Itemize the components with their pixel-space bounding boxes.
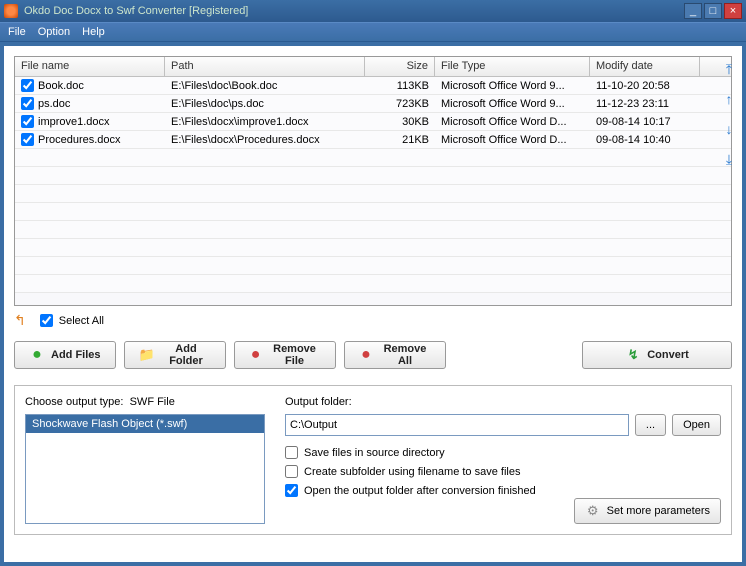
cell-name: Procedures.docx <box>15 131 165 148</box>
select-all-checkbox[interactable] <box>40 314 53 327</box>
col-header-type[interactable]: File Type <box>435 57 590 76</box>
table-row <box>15 203 731 221</box>
cell-name: ps.doc <box>15 95 165 112</box>
cell-date: 09-08-14 10:17 <box>590 113 700 130</box>
reorder-arrows: ⤒ ↑ ↓ ⤓ <box>716 56 742 172</box>
table-row <box>15 149 731 167</box>
save-source-label: Save files in source directory <box>304 447 445 459</box>
col-header-path[interactable]: Path <box>165 57 365 76</box>
titlebar: Okdo Doc Docx to Swf Converter [Register… <box>0 0 746 22</box>
cell-date: 09-08-14 10:40 <box>590 131 700 148</box>
move-down-button[interactable]: ↓ <box>720 120 738 138</box>
output-folder-label: Output folder: <box>285 396 721 408</box>
close-button[interactable]: × <box>724 3 742 19</box>
table-row <box>15 239 731 257</box>
row-checkbox[interactable] <box>21 133 34 146</box>
table-row <box>15 167 731 185</box>
cell-type: Microsoft Office Word D... <box>435 131 590 148</box>
menu-help[interactable]: Help <box>82 26 105 38</box>
output-type-item[interactable]: Shockwave Flash Object (*.swf) <box>26 415 264 433</box>
open-button[interactable]: Open <box>672 414 721 436</box>
grid-header: File name Path Size File Type Modify dat… <box>15 57 731 77</box>
folder-icon: 📁 <box>139 347 155 363</box>
menu-option[interactable]: Option <box>38 26 70 38</box>
row-checkbox[interactable] <box>21 79 34 92</box>
set-more-parameters-label: Set more parameters <box>607 505 710 517</box>
create-sub-checkbox[interactable] <box>285 465 298 478</box>
cell-date: 11-12-23 23:11 <box>590 95 700 112</box>
col-header-name[interactable]: File name <box>15 57 165 76</box>
table-row <box>15 275 731 293</box>
select-all-label: Select All <box>59 315 104 327</box>
cell-type: Microsoft Office Word 9... <box>435 77 590 94</box>
window-title: Okdo Doc Docx to Swf Converter [Register… <box>24 5 684 17</box>
maximize-button[interactable]: □ <box>704 3 722 19</box>
output-type-label: Choose output type: SWF File <box>25 396 265 408</box>
remove-all-button[interactable]: ● Remove All <box>344 341 446 369</box>
up-folder-icon[interactable]: ↰ <box>14 312 26 329</box>
table-row[interactable]: ps.docE:\Files\doc\ps.doc723KBMicrosoft … <box>15 95 731 113</box>
cell-name: improve1.docx <box>15 113 165 130</box>
move-up-button[interactable]: ↑ <box>720 90 738 108</box>
cell-path: E:\Files\doc\ps.doc <box>165 95 365 112</box>
cell-date: 11-10-20 20:58 <box>590 77 700 94</box>
remove-file-button[interactable]: ● Remove File <box>234 341 336 369</box>
output-type-listbox[interactable]: Shockwave Flash Object (*.swf) <box>25 414 265 524</box>
row-checkbox[interactable] <box>21 97 34 110</box>
cell-path: E:\Files\docx\Procedures.docx <box>165 131 365 148</box>
app-icon <box>4 4 18 18</box>
convert-label: Convert <box>647 349 689 361</box>
cell-size: 30KB <box>365 113 435 130</box>
create-sub-label: Create subfolder using filename to save … <box>304 466 520 478</box>
plus-icon: ● <box>29 347 45 363</box>
remove-file-label: Remove File <box>268 343 321 367</box>
cell-name: Book.doc <box>15 77 165 94</box>
add-files-label: Add Files <box>51 349 101 361</box>
table-row <box>15 185 731 203</box>
save-source-checkbox[interactable] <box>285 446 298 459</box>
cell-path: E:\Files\docx\improve1.docx <box>165 113 365 130</box>
minus-icon: ● <box>249 347 262 363</box>
open-after-label: Open the output folder after conversion … <box>304 485 536 497</box>
cell-size: 113KB <box>365 77 435 94</box>
cell-type: Microsoft Office Word 9... <box>435 95 590 112</box>
table-row <box>15 221 731 239</box>
table-row <box>15 257 731 275</box>
file-grid: File name Path Size File Type Modify dat… <box>14 56 732 306</box>
content-area: File name Path Size File Type Modify dat… <box>4 46 742 562</box>
move-top-button[interactable]: ⤒ <box>720 60 738 78</box>
menu-file[interactable]: File <box>8 26 26 38</box>
cell-type: Microsoft Office Word D... <box>435 113 590 130</box>
menubar: File Option Help <box>0 22 746 42</box>
add-folder-label: Add Folder <box>161 343 211 367</box>
table-row[interactable]: Book.docE:\Files\doc\Book.doc113KBMicros… <box>15 77 731 95</box>
convert-icon: ↯ <box>625 347 641 363</box>
col-header-date[interactable]: Modify date <box>590 57 700 76</box>
col-header-size[interactable]: Size <box>365 57 435 76</box>
minimize-button[interactable]: _ <box>684 3 702 19</box>
browse-button[interactable]: ... <box>635 414 666 436</box>
table-row[interactable]: Procedures.docxE:\Files\docx\Procedures.… <box>15 131 731 149</box>
set-more-parameters-button[interactable]: ⚙ Set more parameters <box>574 498 721 524</box>
add-folder-button[interactable]: 📁 Add Folder <box>124 341 226 369</box>
cell-size: 21KB <box>365 131 435 148</box>
remove-all-label: Remove All <box>379 343 431 367</box>
x-icon: ● <box>359 347 373 363</box>
move-bottom-button[interactable]: ⤓ <box>720 150 738 168</box>
gear-icon: ⚙ <box>585 503 601 519</box>
add-files-button[interactable]: ● Add Files <box>14 341 116 369</box>
open-after-checkbox[interactable] <box>285 484 298 497</box>
cell-size: 723KB <box>365 95 435 112</box>
table-row[interactable]: improve1.docxE:\Files\docx\improve1.docx… <box>15 113 731 131</box>
convert-button[interactable]: ↯ Convert <box>582 341 732 369</box>
cell-path: E:\Files\doc\Book.doc <box>165 77 365 94</box>
row-checkbox[interactable] <box>21 115 34 128</box>
output-folder-input[interactable] <box>285 414 629 436</box>
bottom-panel: Choose output type: SWF File Shockwave F… <box>14 385 732 535</box>
